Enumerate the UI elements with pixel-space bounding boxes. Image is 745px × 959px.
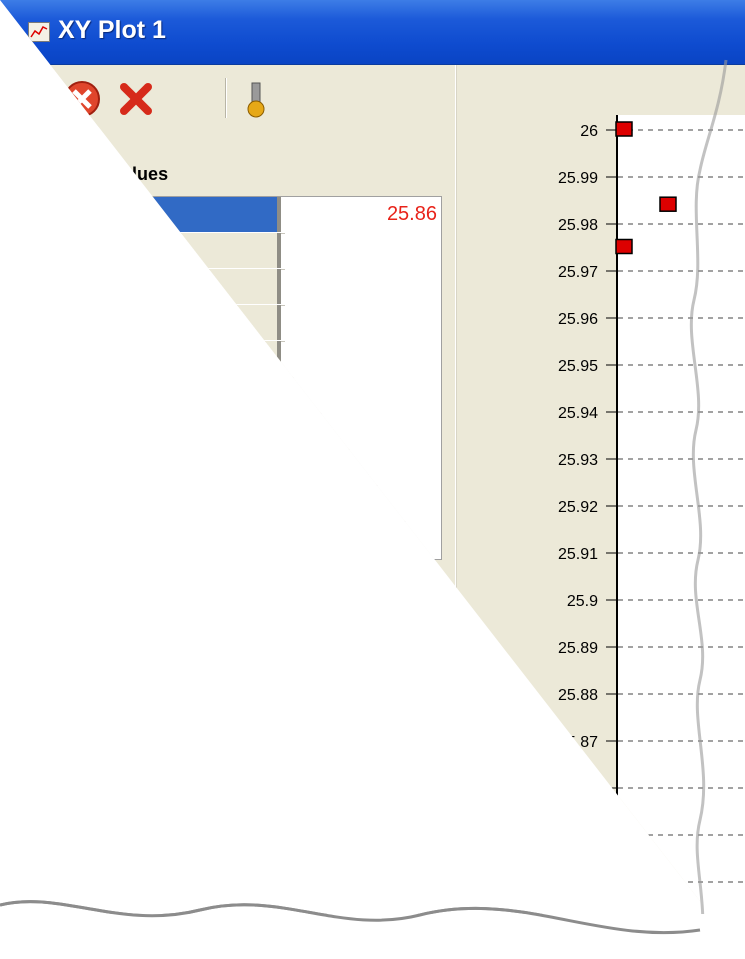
torn-edge-shadow: [0, 59, 745, 959]
